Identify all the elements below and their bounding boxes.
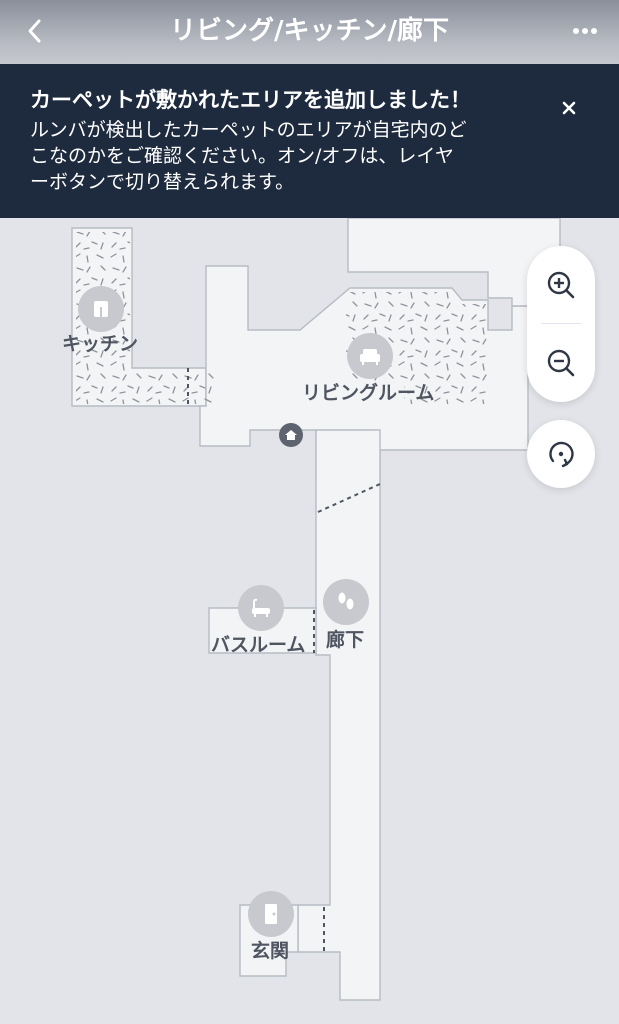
banner-title: カーペットが敷かれたエリアを追加しました！ xyxy=(30,88,471,112)
home-dock-icon xyxy=(285,430,297,440)
kitchen-room-icon[interactable] xyxy=(78,286,124,332)
living-room-label: リビングルーム xyxy=(302,382,435,404)
banner-body: ルンバが検出したカーペットのエリアが自宅内のど こなのかをご確認ください。オン/… xyxy=(30,117,535,195)
zoom-in-button[interactable] xyxy=(527,250,595,320)
zoom-divider xyxy=(541,323,581,324)
floor-areas xyxy=(71,218,561,1001)
footprints-icon xyxy=(338,592,354,610)
dock-marker xyxy=(279,423,303,447)
app-header: リビング/キッチン/廊下 xyxy=(0,0,619,64)
bathroom-label: バスルーム xyxy=(211,634,306,656)
more-icon xyxy=(573,28,597,34)
zoom-out-icon xyxy=(547,349,575,377)
hallway-floor xyxy=(297,429,381,1001)
hallway-room-icon[interactable] xyxy=(323,579,369,625)
door-icon xyxy=(265,904,277,924)
close-icon xyxy=(562,101,576,115)
zoom-out-button[interactable] xyxy=(527,328,595,398)
rotate-map-button[interactable] xyxy=(527,420,595,488)
bathtub-icon xyxy=(252,598,270,617)
kitchen-label: キッチン xyxy=(62,333,139,355)
entrance-room-icon[interactable] xyxy=(248,891,294,937)
banner-body-line: ーボタンで切り替えられます。 xyxy=(30,171,295,193)
sofa-icon xyxy=(360,349,380,365)
banner-body-line: ルンバが検出したカーペットのエリアが自宅内のど xyxy=(30,119,467,141)
more-options-button[interactable] xyxy=(565,14,605,48)
kitchen-icon xyxy=(94,301,108,317)
carpet-notification-banner: カーペットが敷かれたエリアを追加しました！ ルンバが検出したカーペットのエリアが… xyxy=(0,64,619,218)
chevron-left-icon xyxy=(28,19,41,43)
zoom-in-icon xyxy=(547,271,575,299)
back-button[interactable] xyxy=(18,14,52,48)
page-title: リビング/キッチン/廊下 xyxy=(170,16,449,46)
entrance-label: 玄関 xyxy=(251,940,290,962)
rotate-icon xyxy=(549,441,574,468)
hallway-label: 廊下 xyxy=(326,629,365,651)
living-room-icon[interactable] xyxy=(347,333,393,379)
zoom-controls xyxy=(527,246,595,402)
banner-body-line: こなのかをご確認ください。オン/オフは、レイヤ xyxy=(30,145,454,167)
banner-close-button[interactable] xyxy=(555,94,583,122)
bathroom-room-icon[interactable] xyxy=(238,585,284,631)
